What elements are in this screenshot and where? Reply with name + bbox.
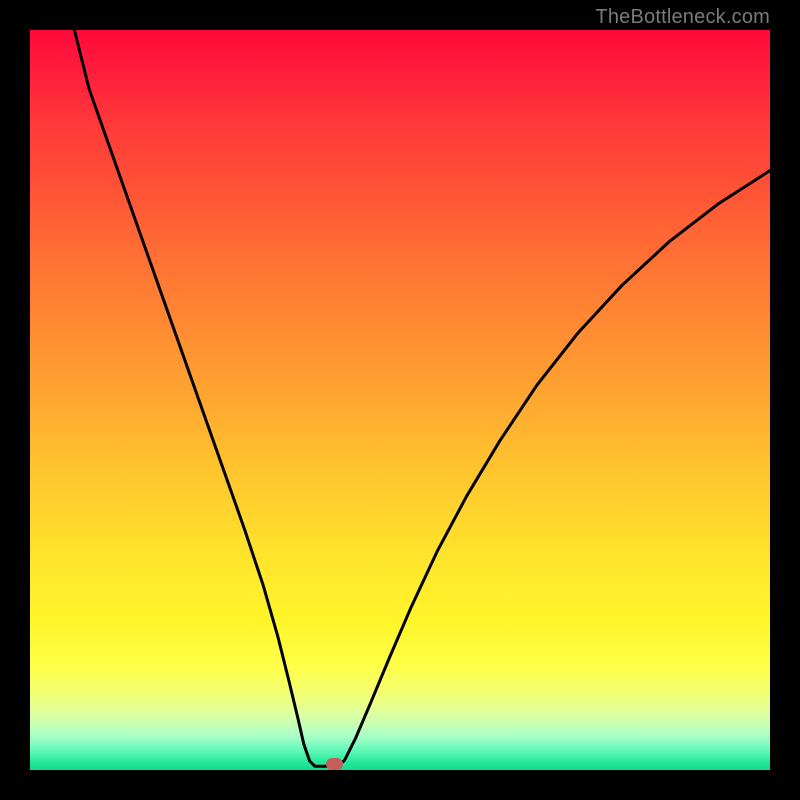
chart-frame: TheBottleneck.com [0, 0, 800, 800]
optimum-marker [326, 758, 343, 770]
watermark-text: TheBottleneck.com [595, 6, 770, 29]
bottleneck-curve [30, 30, 770, 770]
curve-path [74, 30, 770, 766]
plot-area [30, 30, 770, 770]
